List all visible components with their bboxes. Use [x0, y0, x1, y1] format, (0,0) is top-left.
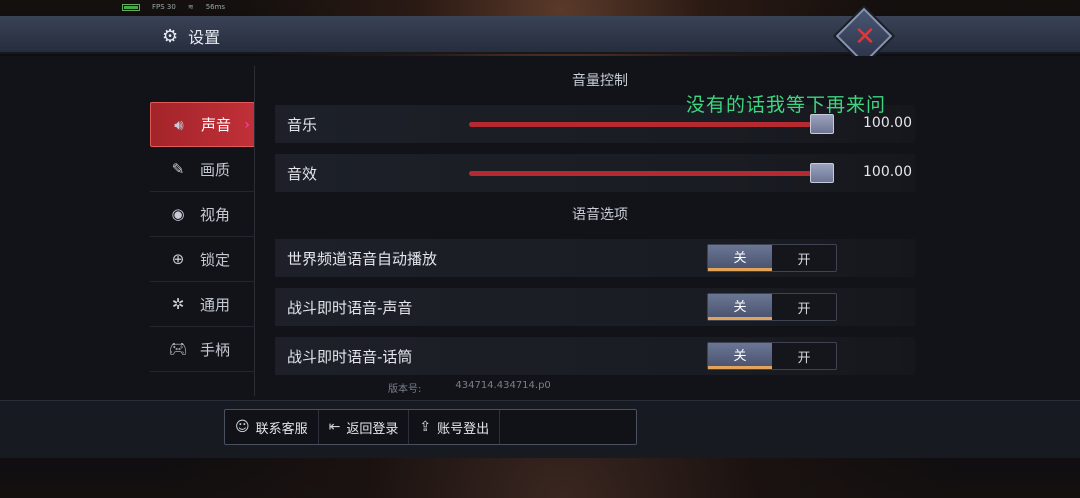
sidebar: 🔊︎ 声音 ✎ 画质 ◉ 视角 ⊕ 锁定 ✲ 通用 🎮︎ 手柄: [150, 66, 255, 372]
option-label: 世界频道语音自动播放: [287, 249, 438, 268]
voice-option-row: 战斗即时语音-声音 关 开: [275, 288, 915, 326]
voice-section-title: 语音选项: [572, 207, 628, 223]
battle-voice-sound-toggle[interactable]: 关 开: [707, 293, 837, 321]
fps-readout: FPS 30: [152, 3, 176, 11]
battery-icon: [122, 3, 140, 11]
toggle-off-option[interactable]: 关: [708, 294, 772, 320]
sidebar-item-view[interactable]: ◉ 视角: [150, 192, 255, 237]
page-title: ⚙ 设置: [162, 24, 220, 48]
music-slider-handle[interactable]: [810, 114, 834, 134]
sidebar-item-general[interactable]: ✲ 通用: [150, 282, 255, 327]
volume-section-title: 音量控制: [572, 73, 628, 89]
music-slider-track[interactable]: [469, 122, 834, 127]
return-icon: ⇤: [328, 419, 341, 435]
sidebar-item-label: 视角: [200, 205, 231, 224]
bottom-action-bar: ☺ 联系客服 ⇤ 返回登录 ⇪ 账号登出: [224, 409, 637, 445]
close-icon[interactable]: ✕: [850, 22, 880, 52]
version-label: 版本号:: [388, 384, 422, 395]
toggle-on-option[interactable]: 开: [772, 343, 836, 369]
chat-overlay-text: 没有的话我等下再来问: [686, 94, 887, 116]
sfx-volume-value: 100.00: [863, 164, 912, 180]
sidebar-item-label: 锁定: [200, 250, 231, 269]
sfx-volume-row: 音效 100.00: [275, 154, 915, 192]
header-title-text: 设置: [188, 28, 221, 47]
sidebar-item-label: 通用: [200, 295, 231, 314]
sidebar-item-graphics[interactable]: ✎ 画质: [150, 147, 255, 192]
crosshair-icon: ⊕: [171, 250, 185, 268]
voice-option-row: 战斗即时语音-话筒 关 开: [275, 337, 915, 375]
slider-label: 音乐: [287, 115, 318, 134]
settings-header: ⚙ 设置: [0, 16, 1080, 54]
world-voice-toggle[interactable]: 关 开: [707, 244, 837, 272]
battle-voice-mic-toggle[interactable]: 关 开: [707, 342, 837, 370]
ping-readout: 56ms: [205, 3, 226, 11]
version-info: 版本号: 434714.434714.p0: [388, 380, 551, 395]
slider-label: 音效: [287, 164, 318, 183]
voice-option-row: 世界频道语音自动播放 关 开: [275, 239, 915, 277]
status-bar: FPS 30 ≋ 56ms: [122, 3, 225, 11]
wifi-icon: ≋: [187, 3, 194, 11]
support-icon: ☺: [235, 419, 250, 435]
toggle-off-option[interactable]: 关: [708, 343, 772, 369]
sfx-slider-handle[interactable]: [810, 163, 834, 183]
logout-button[interactable]: ⇪ 账号登出: [409, 410, 501, 444]
logout-icon: ⇪: [419, 419, 432, 435]
button-label: 联系客服: [255, 421, 308, 437]
option-label: 战斗即时语音-声音: [287, 298, 413, 317]
music-volume-value: 100.00: [863, 115, 912, 131]
gear-icon: ⚙: [162, 25, 179, 47]
sidebar-item-label: 声音: [201, 116, 232, 134]
sidebar-item-lock[interactable]: ⊕ 锁定: [150, 237, 255, 282]
speaker-icon: 🔊︎: [174, 115, 184, 134]
palette-icon: ✎: [171, 160, 185, 178]
sidebar-item-label: 画质: [200, 160, 231, 179]
button-label: 返回登录: [346, 421, 399, 437]
sfx-slider-track[interactable]: [469, 171, 834, 176]
version-value: 434714.434714.p0: [455, 380, 551, 391]
gear-icon: ✲: [171, 295, 185, 313]
sidebar-item-gamepad[interactable]: 🎮︎ 手柄: [150, 327, 255, 372]
option-label: 战斗即时语音-话筒: [287, 347, 413, 366]
eye-icon: ◉: [171, 205, 185, 223]
toggle-off-option[interactable]: 关: [708, 245, 772, 271]
return-login-button[interactable]: ⇤ 返回登录: [319, 410, 410, 444]
toggle-on-option[interactable]: 开: [772, 294, 836, 320]
sidebar-item-sound[interactable]: 🔊︎ 声音: [150, 102, 255, 147]
gamepad-icon: 🎮︎: [168, 340, 188, 358]
button-label: 账号登出: [437, 421, 490, 437]
toggle-on-option[interactable]: 开: [772, 245, 836, 271]
sidebar-item-label: 手柄: [200, 340, 231, 359]
sidebar-divider: [254, 66, 255, 396]
contact-support-button[interactable]: ☺ 联系客服: [225, 410, 319, 444]
